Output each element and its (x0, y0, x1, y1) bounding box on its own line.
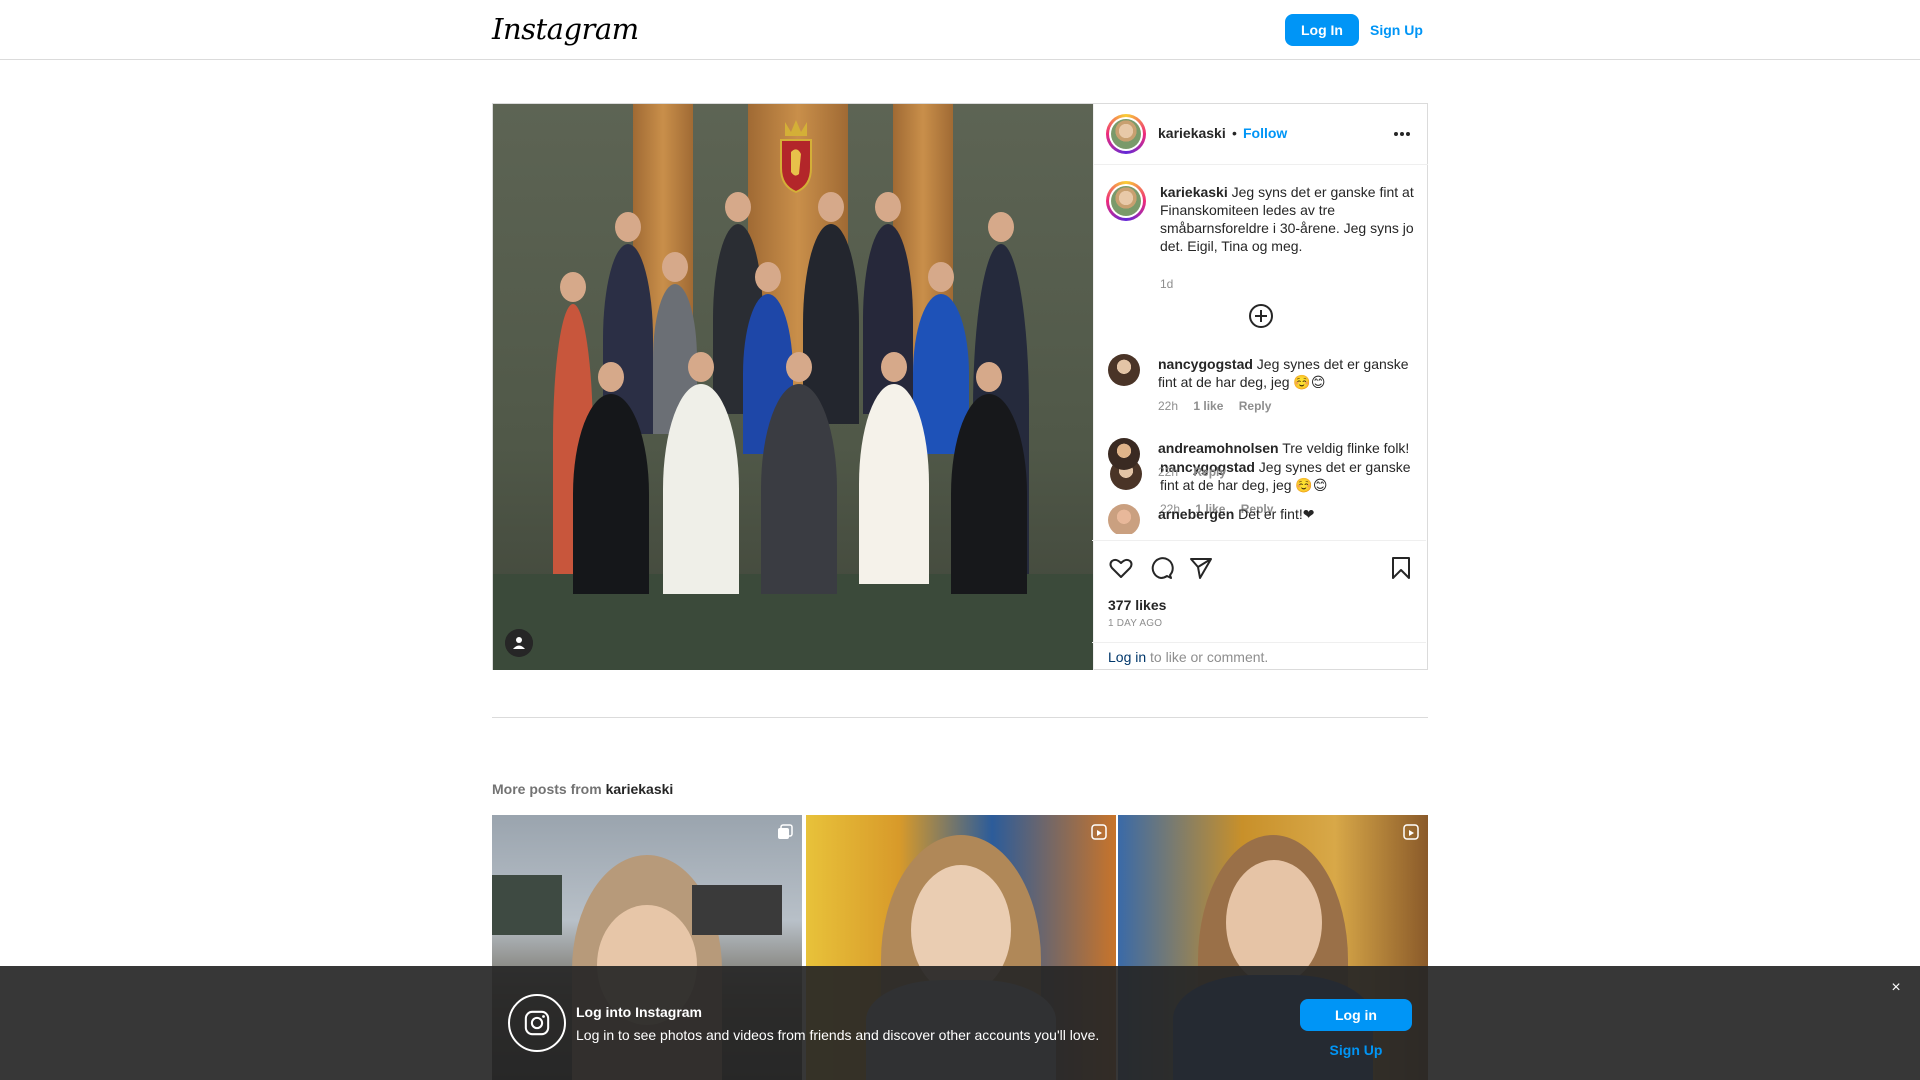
more-horizontal-icon[interactable] (1388, 120, 1416, 148)
post-time: 1 DAY AGO (1108, 618, 1163, 629)
comment-avatar[interactable] (1108, 354, 1140, 386)
comment-meta: 22h 1 like Reply (1158, 399, 1283, 413)
instagram-logo[interactable]: Instagram (492, 12, 639, 46)
comment-reply-button[interactable]: Reply (1193, 465, 1226, 479)
comment-username[interactable]: nancygogstad (1158, 356, 1253, 372)
caption-text: kariekaski Jeg syns det er ganske fint a… (1160, 183, 1418, 255)
heart-icon[interactable] (1108, 555, 1134, 581)
photo-person (951, 362, 1027, 594)
caption-avatar[interactable] (1106, 181, 1146, 221)
comment-avatar[interactable] (1108, 438, 1140, 470)
tagged-users-icon[interactable] (505, 629, 533, 657)
banner-title: Log into Instagram (576, 1004, 702, 1020)
carousel-icon (778, 824, 793, 839)
header-signup-link[interactable]: Sign Up (1370, 14, 1423, 46)
photo-person (761, 352, 837, 594)
banner-text: Log in to see photos and videos from fri… (576, 1027, 1100, 1043)
comment-icon[interactable] (1148, 555, 1174, 581)
follow-button[interactable]: Follow (1243, 125, 1287, 141)
photo-person (663, 352, 739, 594)
separator-dot: • (1232, 125, 1237, 141)
photo-person (573, 362, 649, 594)
comment-meta: 22h Reply (1158, 465, 1238, 479)
comment-text: andreamohnolsen Tre veldig flinke folk! (1158, 439, 1416, 457)
comment-username[interactable]: andreamohnolsen (1158, 440, 1279, 456)
thumbnail-house (692, 885, 782, 935)
comment-text: arnebergen Det er fint!❤ (1158, 505, 1416, 523)
post-photo[interactable] (493, 104, 1093, 670)
login-link[interactable]: Log in (1108, 649, 1146, 665)
comment-avatar-clip (1108, 504, 1140, 534)
comment-body: Det er fint!❤ (1238, 506, 1315, 522)
comment-text: nancygogstad Jeg synes det er ganske fin… (1158, 355, 1416, 391)
author-avatar[interactable] (1106, 114, 1146, 154)
header-login-button[interactable]: Log In (1285, 14, 1359, 46)
caption-username[interactable]: kariekaski (1160, 184, 1228, 200)
post-actions: 377 likes 1 DAY AGO Log in to like or co… (1092, 540, 1426, 669)
close-icon[interactable]: × (1886, 978, 1906, 998)
plus-circle-icon[interactable] (1248, 303, 1274, 329)
comment-body: Tre veldig flinke folk! (1282, 440, 1410, 456)
comment-avatar[interactable] (1108, 504, 1140, 534)
login-suffix: to like or comment. (1146, 649, 1269, 665)
top-navigation: Instagram Log In Sign Up (0, 0, 1920, 60)
more-posts-prefix: More posts from (492, 781, 606, 797)
author-username[interactable]: kariekaski (1158, 125, 1226, 141)
more-posts-username[interactable]: kariekaski (606, 781, 674, 797)
comment-time: 22h (1158, 465, 1179, 479)
comment-time: 22h (1158, 399, 1179, 413)
banner-login-button[interactable]: Log in (1300, 999, 1412, 1031)
section-divider (492, 717, 1428, 718)
reels-icon (1403, 824, 1419, 840)
caption-time: 1d (1160, 277, 1174, 291)
bookmark-icon[interactable] (1388, 555, 1414, 581)
login-banner: Log into Instagram Log in to see photos … (0, 966, 1920, 1080)
banner-signup-link[interactable]: Sign Up (1300, 1042, 1412, 1058)
photo-person (859, 352, 929, 584)
comment-likes[interactable]: 1 like (1193, 399, 1223, 413)
comment-reply-button[interactable]: Reply (1239, 399, 1272, 413)
instagram-icon (508, 994, 566, 1052)
comment-username[interactable]: arnebergen (1158, 506, 1234, 522)
thumbnail-house (492, 875, 562, 935)
comments-section: kariekaski Jeg syns det er ganske fint a… (1094, 165, 1428, 541)
more-posts-heading: More posts from kariekaski (492, 781, 673, 797)
reels-icon (1091, 824, 1107, 840)
likes-count[interactable]: 377 likes (1108, 597, 1166, 613)
post-header: kariekaski • Follow (1094, 104, 1428, 165)
coat-of-arms-icon (780, 120, 812, 194)
share-icon[interactable] (1188, 555, 1214, 581)
login-to-comment: Log in to like or comment. (1092, 642, 1426, 670)
